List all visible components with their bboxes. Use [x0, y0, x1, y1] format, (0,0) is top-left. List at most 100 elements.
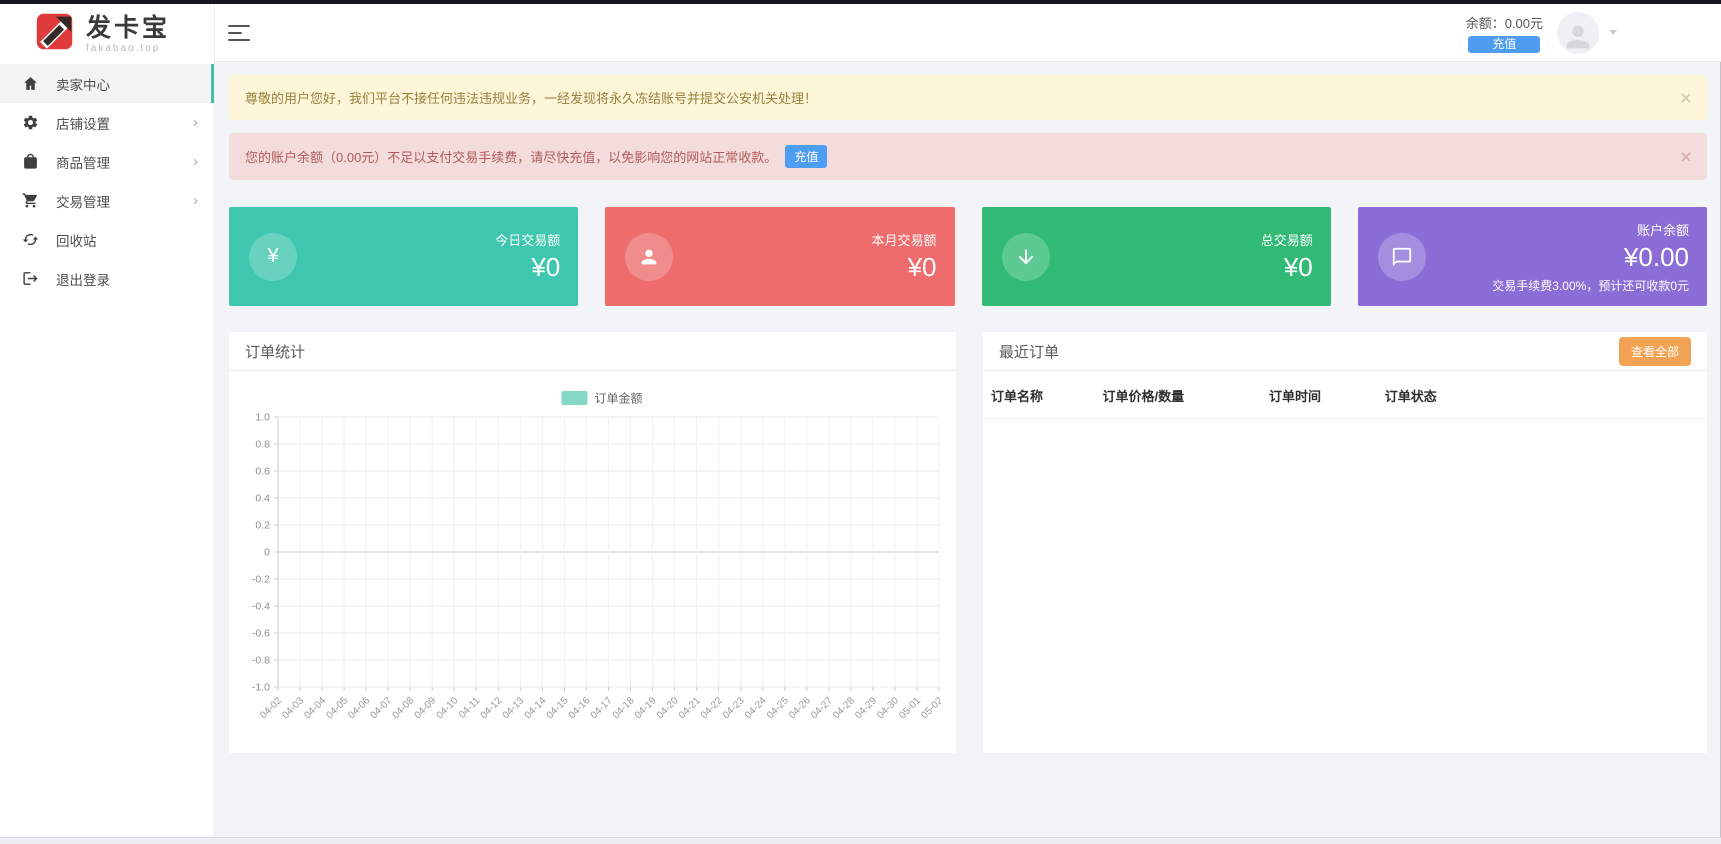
sidebar-item-shop-settings[interactable]: 店铺设置 ›	[0, 103, 214, 142]
recharge-button[interactable]: 充值	[1468, 35, 1541, 53]
chevron-right-icon: ›	[193, 153, 198, 170]
gear-icon	[22, 114, 39, 131]
balance-warning-text: 您的账户余额（0.00元）不足以支付交易手续费，请尽快充值，以免影响您的网站正常…	[245, 150, 778, 165]
svg-text:04-06: 04-06	[346, 695, 372, 721]
svg-text:04-18: 04-18	[611, 695, 637, 721]
svg-text:-0.2: -0.2	[252, 574, 270, 586]
svg-text:04-24: 04-24	[743, 695, 769, 721]
recent-orders-table: 订单名称 订单价格/数量 订单时间 订单状态	[983, 371, 1707, 419]
svg-text:-0.8: -0.8	[252, 655, 270, 667]
stat-card-value: ¥0	[1283, 252, 1313, 282]
column-header-order-price-qty: 订单价格/数量	[1102, 371, 1269, 419]
stat-card-account-balance: 账户余额 ¥0.00 交易手续费3.00%，预计还可收款0元	[1357, 207, 1707, 306]
stat-card-label: 本月交易额	[871, 233, 937, 248]
browser-bottom-edge	[0, 837, 1721, 844]
svg-text:04-02: 04-02	[258, 695, 284, 721]
svg-text:04-08: 04-08	[390, 695, 416, 721]
sidebar-item-product-management[interactable]: 商品管理 ›	[0, 142, 214, 181]
stat-card-value: ¥0.00	[1623, 241, 1689, 272]
column-header-order-time: 订单时间	[1268, 371, 1385, 419]
home-icon	[22, 75, 39, 92]
svg-text:04-12: 04-12	[479, 695, 505, 721]
svg-text:04-27: 04-27	[809, 695, 835, 721]
svg-text:04-19: 04-19	[633, 695, 659, 721]
svg-text:04-07: 04-07	[368, 695, 394, 721]
sidebar-item-label: 交易管理	[56, 194, 110, 210]
svg-text:04-23: 04-23	[721, 695, 747, 721]
stat-card-label: 账户余额	[1636, 222, 1689, 238]
stat-card-value: ¥0	[531, 252, 561, 282]
svg-text:04-09: 04-09	[412, 695, 438, 721]
cart-icon	[22, 192, 39, 209]
svg-text:04-29: 04-29	[853, 695, 879, 721]
svg-text:04-03: 04-03	[280, 695, 306, 721]
logo[interactable]: 发卡宝 fakabao.top	[0, 4, 214, 64]
column-header-order-name: 订单名称	[983, 371, 1103, 419]
svg-text:0.8: 0.8	[255, 439, 270, 451]
svg-text:0: 0	[264, 547, 270, 559]
recycle-icon	[22, 231, 39, 248]
logo-domain: fakabao.top	[86, 42, 161, 54]
svg-text:04-25: 04-25	[765, 695, 791, 721]
svg-text:04-30: 04-30	[875, 695, 901, 721]
svg-text:04-16: 04-16	[567, 695, 593, 721]
panel-title: 订单统计	[245, 343, 306, 361]
svg-text:04-28: 04-28	[831, 695, 857, 721]
warning-alert: 尊敬的用户您好，我们平台不接任何违法违规业务，一经发现将永久冻结账号并提交公安机…	[229, 75, 1707, 120]
svg-text:04-15: 04-15	[545, 695, 571, 721]
sidebar-item-label: 店铺设置	[56, 116, 110, 132]
sidebar: 发卡宝 fakabao.top 卖家中心 店铺设置 › 商品管理 › 交易管理 …	[0, 4, 215, 844]
stat-card-label: 总交易额	[1260, 233, 1313, 248]
svg-text:04-04: 04-04	[302, 695, 328, 721]
chevron-down-icon[interactable]	[1609, 30, 1617, 35]
svg-text:订单金额: 订单金额	[595, 391, 643, 406]
stat-card-subtext: 交易手续费3.00%，预计还可收款0元	[1492, 278, 1689, 293]
svg-text:04-17: 04-17	[589, 695, 615, 721]
bag-icon	[22, 153, 39, 170]
stat-cards-row: ¥ 今日交易额 ¥0 本月交易额 ¥0 总交易额 ¥0 账户余额 ¥0.00 交…	[229, 207, 1707, 306]
svg-text:04-11: 04-11	[457, 695, 483, 721]
browser-top-edge	[0, 0, 1721, 4]
balance-warning-alert: 您的账户余额（0.00元）不足以支付交易手续费，请尽快充值，以免影响您的网站正常…	[229, 133, 1707, 180]
logout-icon	[22, 270, 39, 287]
recharge-button[interactable]: 充值	[785, 145, 828, 168]
sidebar-item-label: 商品管理	[56, 155, 110, 171]
recent-orders-panel: 最近订单 查看全部 订单名称 订单价格/数量 订单时间 订单状态	[983, 332, 1707, 753]
svg-text:04-14: 04-14	[523, 695, 549, 721]
view-all-button[interactable]: 查看全部	[1618, 336, 1691, 366]
close-icon[interactable]	[1681, 151, 1691, 162]
avatar[interactable]	[1557, 11, 1599, 54]
yen-icon: ¥	[249, 232, 297, 281]
svg-text:0.6: 0.6	[255, 466, 270, 478]
chevron-right-icon: ›	[193, 192, 198, 209]
stat-card-today-volume: ¥ 今日交易额 ¥0	[229, 207, 579, 306]
sidebar-item-trade-management[interactable]: 交易管理 ›	[0, 181, 214, 220]
sidebar-item-logout[interactable]: 退出登录	[0, 259, 214, 298]
svg-text:04-13: 04-13	[501, 695, 527, 721]
close-icon[interactable]	[1681, 92, 1691, 103]
stat-card-month-volume: 本月交易额 ¥0	[605, 207, 955, 306]
svg-text:04-22: 04-22	[699, 695, 725, 721]
balance-text: 余额：0.00元	[1465, 15, 1543, 31]
svg-text:04-26: 04-26	[787, 695, 813, 721]
stat-card-total-volume: 总交易额 ¥0	[981, 207, 1331, 306]
main-content: 尊敬的用户您好，我们平台不接任何违法违规业务，一经发现将永久冻结账号并提交公安机…	[215, 62, 1721, 844]
sidebar-item-seller-center[interactable]: 卖家中心	[0, 64, 214, 103]
svg-text:0.2: 0.2	[255, 520, 270, 532]
svg-text:04-20: 04-20	[655, 695, 681, 721]
sidebar-item-recycle-bin[interactable]: 回收站	[0, 220, 214, 259]
svg-text:04-21: 04-21	[677, 695, 703, 721]
chat-bubble-icon	[1377, 232, 1426, 281]
svg-text:05-01: 05-01	[897, 695, 923, 721]
svg-text:-0.4: -0.4	[252, 601, 270, 613]
panel-title: 最近订单	[999, 343, 1060, 361]
order-amount-chart: 订单金额 1.0 0.8 0.6 0.4 0.2 0 -0.2 -0.4 -0.6 -0.8 -1.0…	[252, 391, 941, 722]
svg-text:-0.6: -0.6	[252, 628, 270, 640]
svg-text:04-10: 04-10	[435, 695, 461, 721]
stat-card-label: 今日交易额	[495, 233, 561, 248]
sidebar-item-label: 卖家中心	[56, 77, 110, 93]
topbar: 余额：0.00元 充值	[215, 4, 1721, 62]
svg-text:04-05: 04-05	[324, 695, 350, 721]
menu-toggle-icon[interactable]	[228, 24, 250, 41]
logo-title: 发卡宝	[86, 13, 171, 42]
